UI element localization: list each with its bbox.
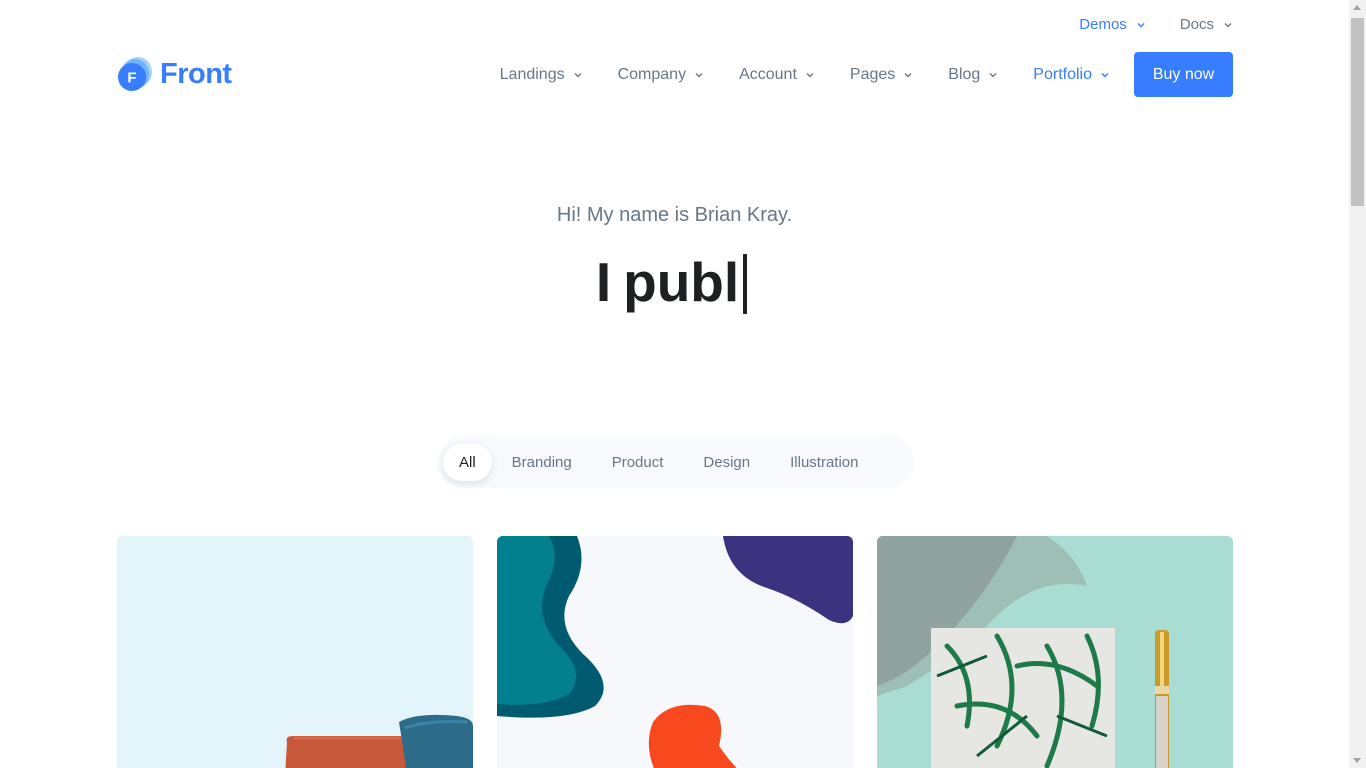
chevron-down-icon xyxy=(903,70,913,80)
docs-label: Docs xyxy=(1179,16,1214,33)
filter-tab-all[interactable]: All xyxy=(443,443,492,481)
demos-dropdown[interactable]: Demos xyxy=(1079,16,1146,33)
nav-item-label: Pages xyxy=(849,65,896,83)
page-scrollbar[interactable] xyxy=(1349,0,1366,768)
portfolio-card-sofa[interactable] xyxy=(117,536,473,768)
filter-tab-design[interactable]: Design xyxy=(683,444,770,481)
nav-item-label: Landings xyxy=(499,65,565,83)
portfolio-card-notebook[interactable] xyxy=(877,536,1233,768)
filter-tab-branding[interactable]: Branding xyxy=(492,444,592,481)
nav-item-pages[interactable]: Pages xyxy=(850,52,913,97)
front-logo-icon: F xyxy=(118,57,152,91)
brand-logo[interactable]: F Front xyxy=(116,55,232,93)
filter-tab-product[interactable]: Product xyxy=(592,444,684,481)
typed-word: publ xyxy=(623,251,740,313)
main-navigation: Landings Company Account Pages Blog Port… xyxy=(500,52,1233,97)
scrollbar-thumb[interactable] xyxy=(1351,18,1364,206)
nav-item-blog[interactable]: Blog xyxy=(948,52,998,97)
portfolio-card-abstract[interactable] xyxy=(497,536,853,768)
filter-tab-illustration[interactable]: Illustration xyxy=(770,444,878,481)
portfolio-filter: All Branding Product Design Illustration xyxy=(438,436,914,488)
nav-item-label: Account xyxy=(739,65,797,83)
scroll-down-arrow[interactable] xyxy=(1353,758,1361,763)
hero-typed-text: publ xyxy=(623,250,754,314)
hero-subtitle: Hi! My name is Brian Kray. xyxy=(556,204,793,226)
notebook-pen-image xyxy=(877,536,1233,768)
buy-now-button[interactable]: Buy now xyxy=(1134,52,1233,97)
nav-item-label: Company xyxy=(617,65,687,83)
chevron-down-icon xyxy=(805,70,815,80)
nav-item-label: Blog xyxy=(948,65,981,83)
logo-letter: F xyxy=(127,70,136,87)
top-utility-bar: Demos Docs xyxy=(1079,16,1233,33)
hero-title: Ipubl xyxy=(0,250,1349,314)
chevron-down-icon xyxy=(1223,20,1233,30)
brand-name: Front xyxy=(160,57,232,90)
chevron-down-icon xyxy=(573,70,583,80)
scroll-up-arrow[interactable] xyxy=(1353,5,1361,10)
sofa-image xyxy=(117,536,473,768)
nav-item-landings[interactable]: Landings xyxy=(500,52,583,97)
docs-dropdown[interactable]: Docs xyxy=(1180,16,1233,33)
demos-label: Demos xyxy=(1079,16,1127,33)
typing-cursor xyxy=(743,254,748,314)
nav-item-label: Portfolio xyxy=(1033,65,1092,83)
nav-item-company[interactable]: Company xyxy=(618,52,704,97)
nav-item-portfolio[interactable]: Portfolio xyxy=(1033,52,1110,97)
chevron-down-icon xyxy=(1100,70,1110,80)
abstract-shapes-image xyxy=(497,536,853,768)
hero-title-prefix: I xyxy=(595,251,612,313)
chevron-down-icon xyxy=(1136,20,1146,30)
nav-item-account[interactable]: Account xyxy=(739,52,815,97)
chevron-down-icon xyxy=(988,70,998,80)
chevron-down-icon xyxy=(694,70,704,80)
